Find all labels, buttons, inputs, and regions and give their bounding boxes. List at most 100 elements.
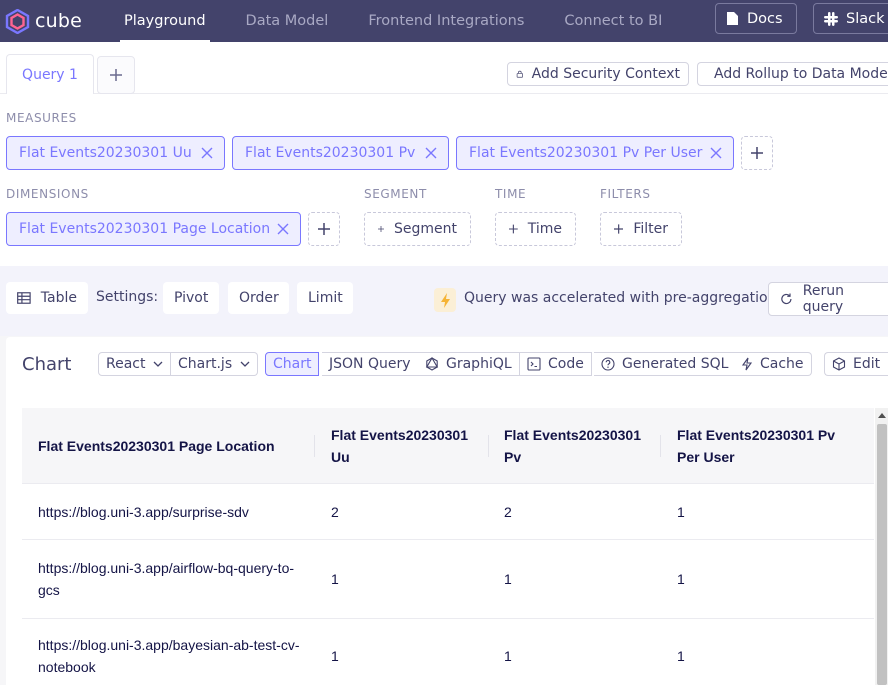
framework-select[interactable]: React [98,352,172,376]
cube-icon [832,357,846,371]
query-builder: MEASURES Flat Events20230301 Uu Flat Eve… [0,94,888,266]
slack-label: Slack [846,10,885,27]
time-button-label: Time [527,221,562,237]
top-navigation: cube Playground Data Model Frontend Inte… [0,0,888,42]
results-table: Flat Events20230301 Page Location Flat E… [22,408,874,685]
framework-select-value: React [106,356,146,372]
measure-pill-pv[interactable]: Flat Events20230301 Pv [232,136,449,170]
add-security-context-button[interactable]: Add Security Context [507,62,689,86]
bolt-outline-icon [741,357,753,371]
column-header[interactable]: Flat Events20230301 Page Location [38,435,308,457]
slack-button[interactable]: Slack [813,3,888,34]
add-query-tab-button[interactable] [97,56,135,94]
close-icon[interactable] [276,222,290,236]
add-rollup-button[interactable]: Add Rollup to Data Model [697,62,888,86]
add-segment-button[interactable]: Segment [364,212,471,246]
dimensions-label: DIMENSIONS [6,187,89,201]
measure-pill-uu[interactable]: Flat Events20230301 Uu [6,136,225,170]
scrollbar-thumb[interactable] [877,424,887,685]
table-cell: https://blog.uni-3.app/airflow-bq-query-… [38,560,295,598]
column-header[interactable]: Flat Events20230301 Pv [504,424,654,468]
column-header[interactable]: Flat Events20230301 Uu [331,424,481,468]
tab-cache[interactable]: Cache [734,352,812,376]
tab-code-label: Code [548,356,584,372]
table-cell: 1 [677,648,685,664]
order-button[interactable]: Order [228,282,289,314]
tab-graphiql[interactable]: GraphiQL [418,352,520,376]
lock-icon [516,70,523,78]
cube-logo-icon [5,8,30,34]
measure-pill-label: Flat Events20230301 Uu [19,145,192,161]
cube-logo[interactable]: cube [5,8,115,34]
table-cell: 1 [677,504,685,520]
bolt-icon [440,292,450,308]
close-icon[interactable] [709,146,723,160]
settings-label: Settings: [96,289,159,305]
tab-generated-sql-label: Generated SQL [622,356,729,372]
logo-text: cube [35,10,83,32]
code-icon [527,357,541,371]
tab-cache-label: Cache [760,356,804,372]
docs-button[interactable]: Docs [715,3,797,34]
plus-icon [509,224,518,234]
column-header[interactable]: Flat Events20230301 Pv Per User [677,424,857,468]
query-tabs-bar: Query 1 Add Security Context Add Rollup … [0,42,888,94]
dimension-pill-label: Flat Events20230301 Page Location [19,221,271,237]
measure-pill-pv-per-user[interactable]: Flat Events20230301 Pv Per User [456,136,734,170]
table-cell: 1 [331,648,339,664]
tab-chart[interactable]: Chart [265,352,320,376]
table-cell: 2 [504,504,512,520]
time-label: TIME [495,187,527,201]
add-time-button[interactable]: Time [495,212,576,246]
edit-label: Edit [853,356,881,372]
dimension-pill-page-location[interactable]: Flat Events20230301 Page Location [6,212,301,246]
chevron-down-icon [240,361,250,367]
refresh-icon [781,293,792,305]
nav-frontend-integrations[interactable]: Frontend Integrations [368,0,524,42]
add-dimension-button[interactable] [308,212,340,246]
column-divider [488,435,489,457]
nav-connect-to-bi[interactable]: Connect to BI [564,0,662,42]
docs-label: Docs [747,10,783,27]
edit-button[interactable]: Edit [824,352,888,376]
document-icon [727,12,738,25]
table-row: https://blog.uni-3.app/bayesian-ab-test-… [22,620,874,685]
close-icon[interactable] [424,146,438,160]
rerun-query-button[interactable]: Rerun query [768,282,888,316]
column-divider [660,435,661,457]
scroll-up-arrow-icon[interactable] [878,412,886,418]
tab-json-query[interactable]: JSON Query [322,352,419,376]
table-row: https://blog.uni-3.app/airflow-bq-query-… [22,541,874,619]
table-cell: 1 [504,648,512,664]
chart-library-select-value: Chart.js [178,356,233,372]
column-divider [314,435,315,457]
slack-icon [824,11,838,26]
plus-icon [614,224,624,234]
graphql-icon [425,357,439,371]
chart-card: Chart React Chart.js Chart JSON Query Gr… [6,337,888,685]
table-cell: 1 [504,571,512,587]
nav-playground[interactable]: Playground [120,0,210,42]
plus-icon [318,223,330,235]
plus-icon [110,69,122,81]
tab-query-1[interactable]: Query 1 [6,54,94,94]
tab-generated-sql[interactable]: Generated SQL [594,352,737,376]
add-measure-button[interactable] [741,136,773,170]
add-filter-button[interactable]: Filter [600,212,682,246]
table-header: Flat Events20230301 Page Location Flat E… [22,408,874,484]
pivot-button[interactable]: Pivot [163,282,219,314]
measure-pill-label: Flat Events20230301 Pv [245,145,416,161]
measure-pill-label: Flat Events20230301 Pv Per User [469,145,703,161]
accelerated-message: Query was accelerated with pre-aggregati… [464,290,777,306]
limit-button[interactable]: Limit [297,282,353,314]
segment-button-label: Segment [394,221,457,237]
filters-label: FILTERS [600,187,651,201]
nav-data-model[interactable]: Data Model [246,0,329,42]
close-icon[interactable] [200,146,214,160]
tab-code[interactable]: Code [520,352,592,376]
tab-graphiql-label: GraphiQL [446,356,512,372]
table-view-button[interactable]: Table [6,282,88,314]
chart-library-select[interactable]: Chart.js [171,352,259,376]
chevron-down-icon [154,361,163,367]
table-icon [17,292,31,304]
